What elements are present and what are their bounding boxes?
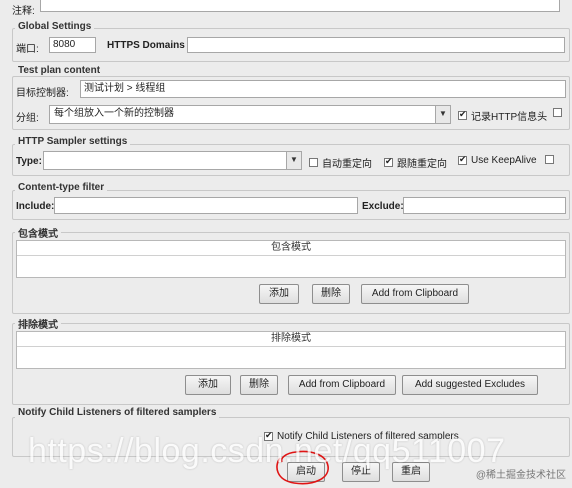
- grouping-select-value: 每个组放入一个新的控制器: [54, 108, 174, 119]
- notify-title: Notify Child Listeners of filtered sampl…: [15, 407, 220, 418]
- extra-checkbox[interactable]: [553, 108, 566, 117]
- target-controller-field[interactable]: 测试计划 > 线程组: [80, 80, 566, 98]
- exclude-add-button[interactable]: 添加: [185, 375, 231, 395]
- include-patterns-title: 包含模式: [15, 225, 61, 240]
- content-filter-title: Content-type filter: [15, 182, 108, 193]
- checkbox-unchecked-icon[interactable]: [309, 158, 318, 167]
- record-http-headers-label: 记录HTTP信息头: [471, 112, 548, 123]
- keepalive-label: Use KeepAlive: [471, 155, 537, 166]
- exclude-patterns-table[interactable]: 排除模式: [16, 331, 566, 369]
- record-http-headers-checkbox[interactable]: 记录HTTP信息头: [458, 108, 547, 123]
- comment-label: 注释:: [12, 6, 35, 17]
- chevron-down-icon[interactable]: ▼: [286, 152, 301, 169]
- follow-redirect-label: 跟随重定向: [397, 159, 447, 170]
- global-settings-title: Global Settings: [15, 21, 95, 32]
- exclude-clipboard-button[interactable]: Add from Clipboard: [288, 375, 396, 395]
- grouping-select[interactable]: 每个组放入一个新的控制器 ▼: [49, 105, 451, 124]
- type-label: Type:: [16, 156, 42, 167]
- keepalive-checkbox[interactable]: Use KeepAlive: [458, 154, 537, 166]
- grouping-label: 分组:: [16, 113, 39, 124]
- port-label: 端口:: [16, 44, 39, 55]
- https-domains-label: HTTPS Domains :: [107, 40, 191, 51]
- chevron-down-icon[interactable]: ▼: [435, 106, 450, 123]
- exclude-patterns-title: 排除模式: [15, 316, 61, 331]
- exclude-input[interactable]: [403, 197, 566, 214]
- checkbox-checked-icon[interactable]: [458, 109, 467, 120]
- include-delete-button[interactable]: 删除: [312, 284, 350, 304]
- include-input[interactable]: [54, 197, 358, 214]
- type-select[interactable]: ▼: [43, 151, 302, 170]
- port-input[interactable]: 8080: [49, 37, 96, 53]
- checkbox-checked-icon[interactable]: [458, 154, 467, 165]
- auto-redirect-label: 自动重定向: [322, 159, 372, 170]
- include-add-button[interactable]: 添加: [259, 284, 299, 304]
- include-patterns-table[interactable]: 包含模式: [16, 240, 566, 278]
- include-clipboard-button[interactable]: Add from Clipboard: [361, 284, 469, 304]
- exclude-label: Exclude:: [362, 201, 404, 212]
- https-domains-input[interactable]: [187, 37, 565, 53]
- exclude-delete-button[interactable]: 删除: [240, 375, 278, 395]
- checkbox-unchecked-icon[interactable]: [553, 108, 562, 117]
- checkbox-unchecked-icon[interactable]: [545, 155, 554, 164]
- corner-watermark: @稀土掘金技术社区: [475, 470, 566, 481]
- test-plan-title: Test plan content: [15, 65, 104, 76]
- exclude-suggested-button[interactable]: Add suggested Excludes: [402, 375, 538, 395]
- checkbox-checked-icon[interactable]: [384, 156, 393, 167]
- auto-redirect-checkbox[interactable]: 自动重定向: [309, 155, 372, 170]
- include-patterns-column-header[interactable]: 包含模式: [17, 241, 565, 256]
- follow-redirect-checkbox[interactable]: 跟随重定向: [384, 155, 447, 170]
- target-controller-label: 目标控制器:: [16, 88, 69, 99]
- sampler-settings-title: HTTP Sampler settings: [15, 136, 131, 147]
- extra-sampler-checkbox[interactable]: [545, 155, 558, 164]
- watermark-text: https://blog.csdn.net/qq511007: [28, 432, 506, 470]
- include-label: Include:: [16, 201, 55, 212]
- exclude-patterns-column-header[interactable]: 排除模式: [17, 332, 565, 347]
- comment-field[interactable]: [40, 0, 560, 12]
